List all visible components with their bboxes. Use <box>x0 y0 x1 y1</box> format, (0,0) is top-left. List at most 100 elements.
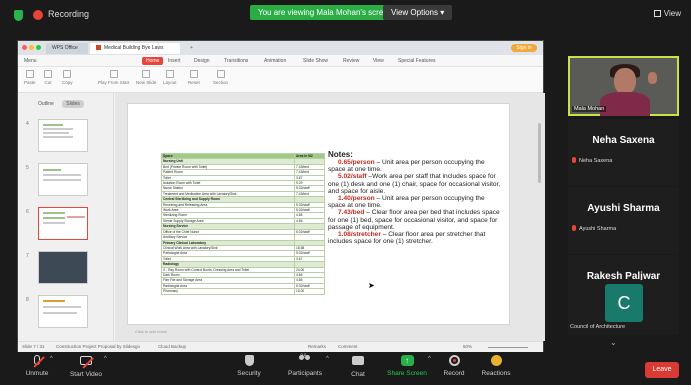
close-window-icon[interactable] <box>22 45 27 50</box>
note-item: 5.02/staff –Work area per staff that inc… <box>328 173 504 195</box>
slide-thumbnail[interactable] <box>38 295 88 328</box>
participant-display-name: Neha Saxena <box>592 135 655 146</box>
play-from-start-label: Play From Start <box>98 80 130 85</box>
minimize-window-icon[interactable] <box>29 45 34 50</box>
new-tab-button[interactable]: + <box>184 43 199 54</box>
slide-number: 8 <box>26 297 29 303</box>
participant-tile[interactable]: C Council of Architecture <box>568 280 679 334</box>
note-value: 5.02/staff <box>338 173 367 181</box>
slide-thumbnail[interactable] <box>38 119 88 152</box>
section-button[interactable]: Section <box>213 70 228 85</box>
security-button[interactable]: Security <box>232 355 266 377</box>
menu-item-design[interactable]: Design <box>194 55 210 67</box>
participant-tile[interactable]: Neha Saxena Neha Saxena <box>568 119 679 186</box>
top-bar: Recording You are viewing Mala Mohan's s… <box>0 0 691 30</box>
participant-name-label: Neha Saxena <box>572 157 612 164</box>
unmute-label: Unmute <box>25 370 49 377</box>
tab-label: WPS Office <box>52 45 78 51</box>
note-item: 0.65/person – Unit area per person occup… <box>328 159 504 173</box>
muted-mic-icon <box>572 157 576 163</box>
chat-button[interactable]: Chat <box>345 355 371 378</box>
thumb-line <box>43 179 81 181</box>
paste-button[interactable]: Paste <box>24 70 36 85</box>
share-screen-icon: ↑ <box>400 355 414 367</box>
slide-position: Slide 7 / 31 <box>22 344 45 349</box>
note-item: 1.08/stretcher – Clear floor area per st… <box>328 231 504 245</box>
slide-thumbnail[interactable] <box>38 163 88 196</box>
tab-wps-office[interactable]: WPS Office <box>46 43 88 54</box>
scissors-icon <box>44 70 52 78</box>
slide[interactable]: Space Area in M2 Nursing Unit Bed (Privat… <box>127 103 510 325</box>
menu-item-review[interactable]: Review <box>343 55 359 67</box>
copy-button[interactable]: Copy <box>62 70 73 85</box>
cloud-backup-status[interactable]: Cloud Backup <box>158 344 186 349</box>
menu-item-slide-show[interactable]: Slide Show <box>303 55 328 67</box>
start-video-label: Start Video <box>69 371 103 378</box>
chevron-down-icon: ▾ <box>440 8 445 17</box>
menu-item-transitions[interactable]: Transitions <box>224 55 248 67</box>
slide-thumbnail[interactable] <box>38 251 88 284</box>
slide-sidebar: Outline Slides 4 5 6 7 8 <box>18 93 114 383</box>
thumb-line <box>43 217 65 219</box>
play-icon <box>109 70 118 78</box>
reactions-button[interactable]: Reactions <box>478 355 514 377</box>
menu-item-animation[interactable]: Animation <box>264 55 286 67</box>
unmute-button[interactable]: Unmute <box>22 355 52 377</box>
note-value: 1.40/person <box>338 195 375 203</box>
view-options-button[interactable]: View Options ▾ <box>383 5 453 20</box>
play-from-start-button[interactable]: Play From Start <box>98 70 129 85</box>
vertical-scrollbar[interactable] <box>538 123 541 183</box>
zoom-slider[interactable] <box>488 347 528 348</box>
security-label: Security <box>237 370 261 377</box>
start-video-button[interactable]: Start Video <box>66 355 106 378</box>
participant-tile[interactable]: Ayushi Sharma Ayushi Sharma <box>568 187 679 254</box>
cut-button[interactable]: Cut <box>44 70 52 85</box>
caret-up-icon[interactable]: ^ <box>50 356 53 362</box>
new-slide-label: New Slide <box>136 80 157 85</box>
slide-canvas-area: Space Area in M2 Nursing Unit Bed (Privat… <box>115 93 545 341</box>
share-screen-button[interactable]: ↑ Share Screen <box>384 355 430 377</box>
new-slide-button[interactable]: New Slide <box>136 70 156 85</box>
leave-button[interactable]: Leave <box>645 362 679 378</box>
caret-up-icon[interactable]: ^ <box>326 356 329 362</box>
table-cell-area: 10.00 <box>294 288 325 295</box>
tab-slides[interactable]: Slides <box>62 100 84 108</box>
menu-item-home[interactable]: Home <box>142 57 164 65</box>
slide-number: 6 <box>26 209 29 215</box>
video-person-face <box>614 68 636 94</box>
thumb-line <box>43 212 65 214</box>
tab-outline[interactable]: Outline <box>34 100 58 108</box>
app-tab-bar: WPS Office Medical Building Bye Laws + S… <box>18 41 543 55</box>
meeting-toolbar: Unmute ^ Start Video ^ Security Particip… <box>0 352 691 385</box>
slide-number: 7 <box>26 253 29 259</box>
menu-item-special-features[interactable]: Special Features <box>398 55 436 67</box>
speaker-notes-placeholder[interactable]: Click to add notes <box>135 329 167 334</box>
slide-thumbnail-selected[interactable] <box>38 207 88 240</box>
chat-label: Chat <box>351 371 365 378</box>
viewing-banner: You are viewing Mala Mohan's screen <box>250 5 401 20</box>
remarks-button[interactable]: Remarks <box>308 344 326 349</box>
zoom-level[interactable]: 50% <box>463 344 472 349</box>
menu-item-view[interactable]: View <box>373 55 384 67</box>
maximize-window-icon[interactable] <box>36 45 41 50</box>
record-button[interactable]: Record <box>440 355 468 377</box>
reset-button[interactable]: Reset <box>188 70 200 85</box>
note-value: 7.43/bed <box>338 209 365 217</box>
shared-screen: WPS Office Medical Building Bye Laws + S… <box>17 40 545 383</box>
layout-button[interactable]: Layout <box>163 70 177 85</box>
comment-button[interactable]: Comment <box>338 344 358 349</box>
participant-video-tile[interactable]: Mala Mohan <box>568 56 679 116</box>
note-item: 7.43/bed – Clear floor area per bed that… <box>328 209 504 231</box>
caret-up-icon[interactable]: ^ <box>428 356 431 362</box>
view-button[interactable]: View <box>653 9 681 18</box>
status-bar: Slide 7 / 31 Construction Project Propos… <box>18 341 543 352</box>
caret-up-icon[interactable]: ^ <box>104 356 107 362</box>
shield-icon[interactable] <box>14 10 23 21</box>
chevron-down-icon[interactable]: ⌄ <box>610 338 617 347</box>
notes-body: 0.65/person – Unit area per person occup… <box>328 159 504 245</box>
menu-bar: Menu Home Insert Design Transitions Anim… <box>18 55 543 67</box>
tab-document[interactable]: Medical Building Bye Laws <box>90 43 180 54</box>
menu-item-menu[interactable]: Menu <box>24 55 37 67</box>
sign-in-button[interactable]: Sign in <box>511 44 537 52</box>
menu-item-insert[interactable]: Insert <box>168 55 181 67</box>
